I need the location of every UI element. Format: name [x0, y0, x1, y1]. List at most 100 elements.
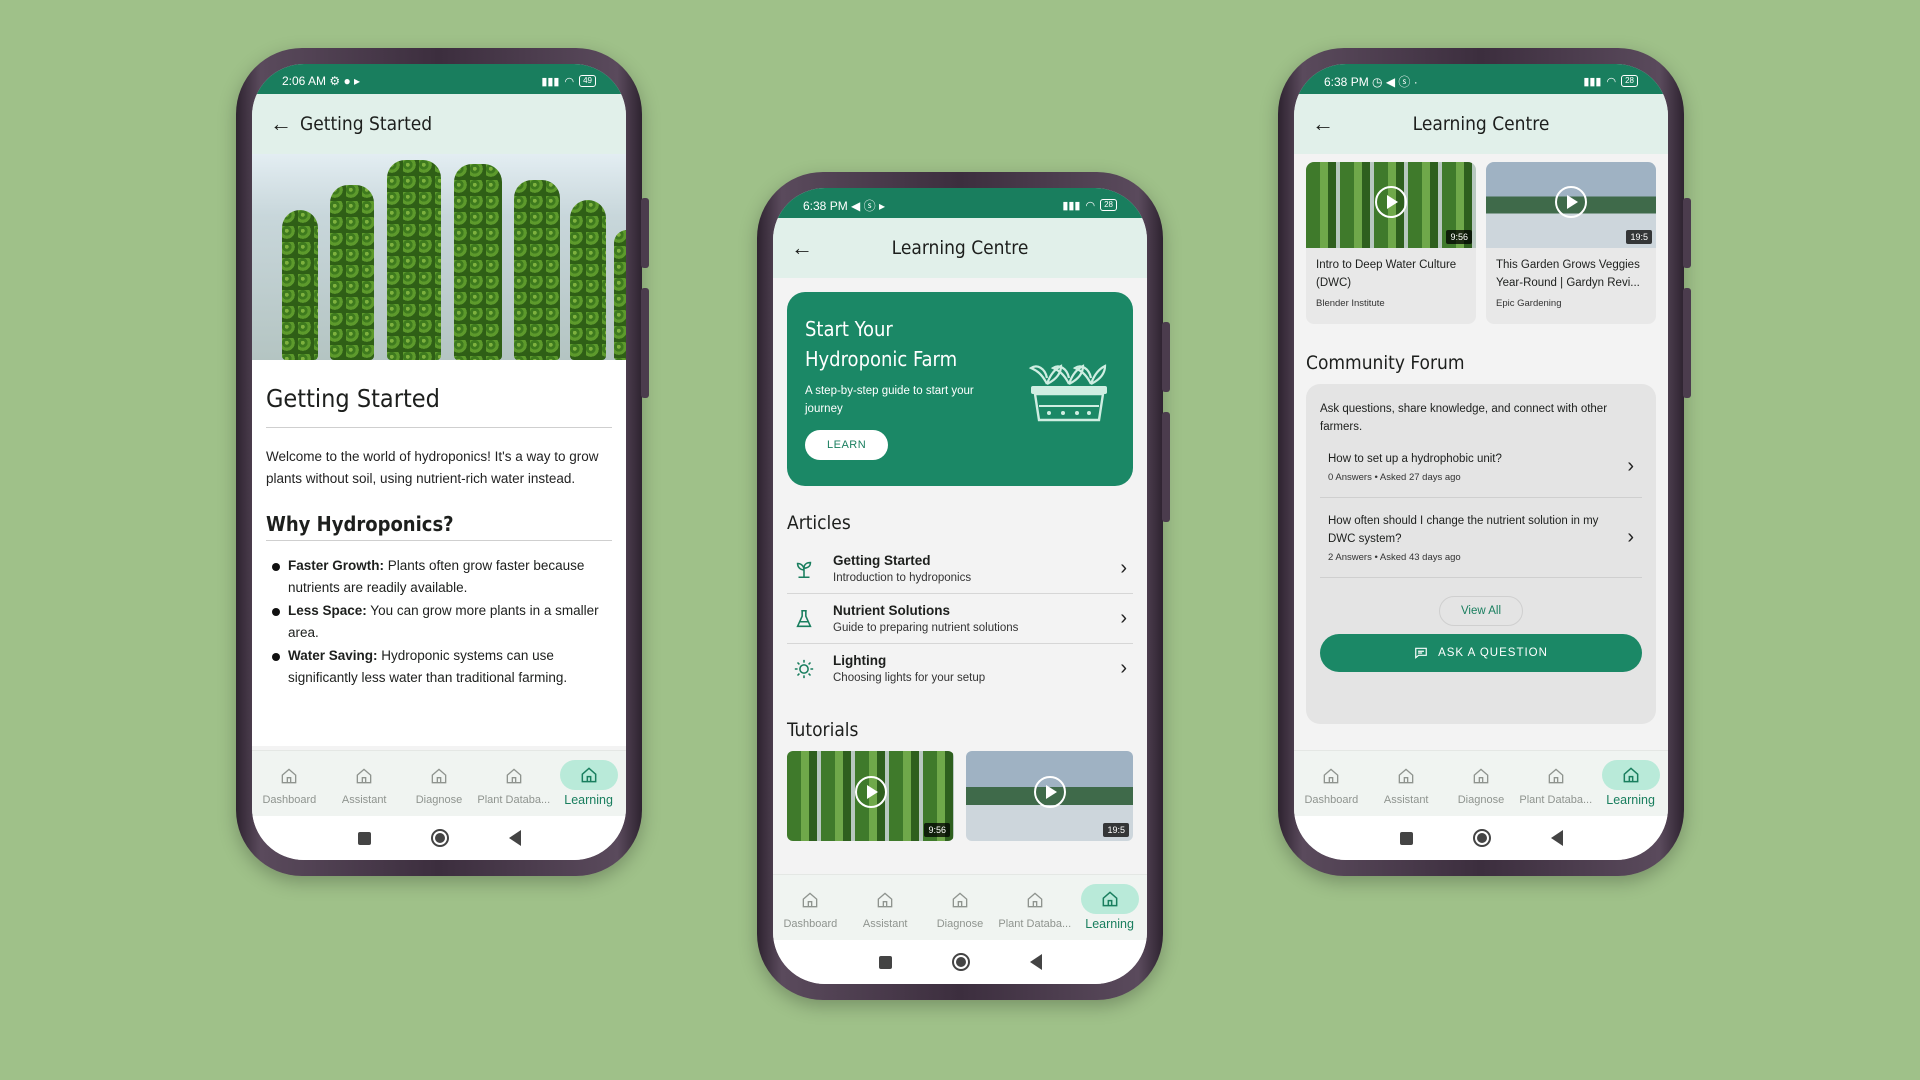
status-time: 6:38 PM	[803, 198, 848, 213]
home-icon	[1027, 892, 1043, 908]
tutorial-video-thumbnail[interactable]: 9:56	[787, 751, 954, 841]
home-icon	[1623, 767, 1638, 783]
video-duration: 9:56	[924, 823, 950, 837]
ask-question-button[interactable]: ASK A QUESTION	[1320, 634, 1642, 672]
home-icon	[803, 892, 818, 908]
system-nav-bar	[773, 940, 1147, 984]
article-intro: Welcome to the world of hydroponics! It'…	[266, 449, 599, 486]
nav-learning[interactable]: Learning	[552, 760, 626, 807]
forum-question[interactable]: How often should I change the nutrient s…	[1320, 498, 1642, 578]
chat-icon	[1415, 647, 1427, 659]
home-icon	[952, 892, 968, 908]
status-icons: ◷ ◀ ⓢ ·	[1372, 74, 1418, 89]
promo-title: Start Your Hydroponic Farm	[805, 317, 958, 371]
video-title: This Garden Grows Veggies Year-Round | G…	[1496, 259, 1640, 289]
signal-icon: ▮▮▮	[1583, 75, 1602, 88]
nav-plant-database[interactable]: Plant Databa...	[477, 761, 551, 806]
status-indicators: ▮▮▮ ◠ 28	[1583, 75, 1638, 88]
system-back-icon[interactable]	[508, 830, 521, 846]
nav-plant-database[interactable]: Plant Databa...	[1519, 761, 1593, 806]
forum-question[interactable]: How to set up a hydrophobic unit? 0 Answe…	[1320, 436, 1642, 498]
video-channel: Blender Institute	[1316, 298, 1385, 309]
nav-assistant[interactable]: Assistant	[848, 885, 922, 930]
status-indicators: ▮▮▮ ◠ 28	[1062, 199, 1117, 212]
battery-icon: 28	[1621, 75, 1638, 87]
view-all-button[interactable]: View All	[1439, 596, 1523, 626]
list-item: Faster Growth: Plants often grow faster …	[266, 555, 612, 599]
system-nav-bar	[252, 816, 626, 860]
wifi-icon: ◠	[1606, 75, 1617, 88]
video-card[interactable]: 9:56 Intro to Deep Water Culture (DWC) Bl…	[1306, 162, 1476, 324]
nav-learning[interactable]: Learning	[1594, 760, 1668, 807]
status-bar: 6:38 PM ◀ ⓢ ▸ ▮▮▮ ◠ 28	[773, 188, 1147, 218]
app-bar-title: Learning Centre	[1412, 113, 1550, 135]
video-duration: 9:56	[1446, 230, 1472, 244]
article-subheading: Why Hydroponics?	[266, 512, 612, 541]
articles-title: Articles	[787, 512, 851, 534]
system-back-icon[interactable]	[1029, 954, 1042, 970]
article-lighting[interactable]: Lighting Choosing lights for your setup ›	[787, 644, 1133, 693]
app-bar: ← Learning Centre	[1294, 94, 1668, 154]
plant-pot-icon	[1028, 364, 1107, 422]
wifi-icon: ◠	[1085, 199, 1096, 212]
home-icon	[282, 768, 297, 784]
article-content: Getting Started Welcome to the world of …	[252, 360, 626, 746]
screen: 6:38 PM ◷ ◀ ⓢ · ▮▮▮ ◠ 28 ← Learning Cent…	[1294, 64, 1668, 860]
chevron-right-icon: ›	[1120, 657, 1127, 679]
nav-diagnose[interactable]: Diagnose	[402, 761, 476, 806]
sprout-icon	[796, 561, 812, 578]
battery-icon: 28	[1100, 199, 1117, 211]
nav-assistant[interactable]: Assistant	[1369, 761, 1443, 806]
promo-subtitle: A step-by-step guide to start your journ…	[805, 385, 974, 415]
video-duration: 19:5	[1103, 823, 1129, 837]
recents-icon[interactable]	[357, 831, 371, 845]
status-indicators: ▮▮▮ ◠ 49	[541, 75, 596, 88]
benefits-list: Faster Growth: Plants often grow faster …	[266, 555, 612, 689]
home-button-icon[interactable]	[1472, 829, 1491, 847]
home-icon	[1324, 768, 1339, 784]
app-bar-title: Learning Centre	[891, 237, 1029, 259]
system-back-icon[interactable]	[1550, 830, 1563, 846]
bottom-nav: Dashboard Assistant Diagnose Plant Datab…	[1294, 750, 1668, 816]
article-getting-started[interactable]: Getting Started Introduction to hydroponi…	[787, 544, 1133, 594]
recents-icon[interactable]	[1399, 831, 1413, 845]
home-icon	[356, 768, 372, 784]
home-button-icon[interactable]	[951, 953, 970, 971]
forum-intro: Ask questions, share knowledge, and conn…	[1320, 403, 1608, 433]
back-arrow-icon[interactable]: ←	[791, 235, 821, 261]
promo-card: Start Your Hydroponic Farm A step-by-ste…	[787, 292, 1133, 486]
nav-plant-database[interactable]: Plant Databa...	[998, 885, 1072, 930]
list-item: Water Saving: Hydroponic systems can use…	[266, 645, 612, 689]
bottom-nav: Dashboard Assistant Diagnose Plant Datab…	[252, 750, 626, 816]
recents-icon[interactable]	[878, 955, 892, 969]
system-nav-bar	[1294, 816, 1668, 860]
article-nutrient-solutions[interactable]: Nutrient Solutions Guide to preparing nut…	[787, 594, 1133, 644]
nav-dashboard[interactable]: Dashboard	[252, 761, 326, 806]
nav-dashboard[interactable]: Dashboard	[1294, 761, 1368, 806]
nav-assistant[interactable]: Assistant	[327, 761, 401, 806]
status-bar: 2:06 AM ⚙ ● ▸ ▮▮▮ ◠ 49	[252, 64, 626, 94]
status-time: 6:38 PM	[1324, 74, 1369, 89]
articles-list: Getting Started Introduction to hydroponi…	[787, 544, 1133, 693]
sun-icon	[794, 659, 814, 678]
tutorial-video-thumbnail[interactable]: 19:5	[966, 751, 1133, 841]
nav-diagnose[interactable]: Diagnose	[1444, 761, 1518, 806]
nav-dashboard[interactable]: Dashboard	[773, 885, 847, 930]
hero-image-vertical-towers	[252, 154, 626, 360]
home-button-icon[interactable]	[430, 829, 449, 847]
signal-icon: ▮▮▮	[1062, 199, 1081, 212]
home-icon	[1398, 768, 1414, 784]
wifi-icon: ◠	[564, 75, 575, 88]
home-icon	[581, 767, 596, 783]
phone-learning-centre: 6:38 PM ◀ ⓢ ▸ ▮▮▮ ◠ 28 ← Learning Centre…	[757, 172, 1170, 1000]
flask-icon	[796, 609, 812, 627]
learn-button[interactable]: LEARN	[805, 430, 889, 460]
back-arrow-icon[interactable]: ←	[270, 111, 300, 137]
nav-learning[interactable]: Learning	[1073, 884, 1147, 931]
nav-diagnose[interactable]: Diagnose	[923, 885, 997, 930]
learning-content: Start Your Hydroponic Farm A step-by-ste…	[773, 278, 1147, 878]
video-list: 9:56 Intro to Deep Water Culture (DWC) Bl…	[1306, 162, 1656, 324]
back-arrow-icon[interactable]: ←	[1312, 111, 1342, 137]
video-card[interactable]: 19:5 This Garden Grows Veggies Year-Roun…	[1486, 162, 1656, 324]
app-bar: ← Learning Centre	[773, 218, 1147, 278]
